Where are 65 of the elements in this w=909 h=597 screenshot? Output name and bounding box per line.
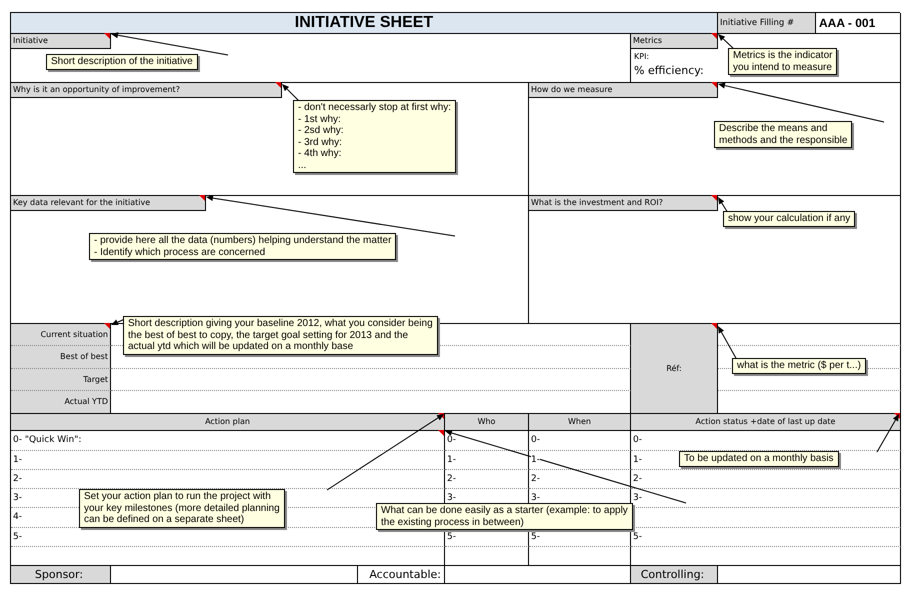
row-label: Current situation <box>11 324 111 346</box>
table-cell: 3- <box>633 493 642 503</box>
column-header: Action status +date of last up date <box>631 414 901 431</box>
corner-marker-icon <box>275 82 281 88</box>
corner-marker-icon <box>438 430 444 436</box>
field-label: Accountable: <box>358 566 445 584</box>
comment-note: - provide here all the data (numbers) helping understand the matter - Identify which process are concerned <box>89 233 396 260</box>
field-label: % efficiency: <box>633 64 704 77</box>
sheet-title: INITIATIVE SHEET <box>11 13 718 34</box>
corner-marker-icon <box>104 33 110 39</box>
table-cell: 4- <box>13 512 22 522</box>
section-label: Initiative <box>11 34 111 49</box>
row-label: Actual YTD <box>11 391 111 414</box>
comment-note: Set your action plan to run the project with your key milestones (more detailed planning can be defined on a separate sheet) <box>79 489 285 528</box>
corner-marker-icon <box>711 323 717 329</box>
field-label: KPI: <box>633 52 650 61</box>
comment-note: - don't necessarly stop at first why: - 1st why: - 2sd why: - 3rd why: - 4th why: ... <box>293 100 456 173</box>
column-header: Who <box>445 414 529 431</box>
row-label: Best of best <box>11 346 111 369</box>
table-cell: 5- <box>447 532 456 542</box>
row-label: Target <box>11 369 111 391</box>
table-cell: 0- <box>633 435 642 445</box>
field-label: Initiative Filling # <box>718 13 816 34</box>
comment-note: Metrics is the indicator you intend to measure <box>728 48 838 75</box>
table-cell: 3- <box>447 493 456 503</box>
table-cell: 3- <box>531 493 540 503</box>
table-cell: 2- <box>13 474 22 484</box>
section-label: What is the investment and ROI? <box>529 196 718 211</box>
table-cell: 1- <box>633 455 642 465</box>
table-cell: 2- <box>531 474 540 484</box>
field-value: AAA - 001 <box>816 13 901 34</box>
row-label: Réf: <box>666 364 682 373</box>
field-label: Controlling: <box>631 566 718 584</box>
table-cell: 3- <box>13 493 22 503</box>
section-label: How do we measure <box>529 83 718 98</box>
table-cell: 0- <box>447 435 456 445</box>
table-cell: 5- <box>13 532 22 542</box>
column-header: When <box>529 414 631 431</box>
comment-note: Short description giving your baseline 2012, what you consider being the best of best to copy, the target goal setting for 2013 and the actual ytd which will be updated on a monthly base <box>123 316 438 354</box>
section-label: Why is it an opportunity of improvement? <box>11 83 282 98</box>
table-cell: 5- <box>633 532 642 542</box>
comment-note: What can be done easily as a starter (example: to apply the existing process in between) <box>376 503 633 530</box>
table-cell: 1- <box>13 455 22 465</box>
leader-line <box>718 34 736 50</box>
corner-marker-icon <box>199 195 205 201</box>
comment-note: what is the metric ($ per t...) <box>732 358 866 374</box>
comment-note: Short description of the initiative <box>46 54 198 70</box>
corner-marker-icon <box>104 323 110 329</box>
comment-note: Describe the means and methods and the responsible <box>714 121 852 148</box>
column-header: Action plan <box>11 414 445 431</box>
table-cell: 1- <box>447 455 456 465</box>
table-cell: 1- <box>531 455 540 465</box>
section-label: Key data relevant for the initiative <box>11 196 206 211</box>
comment-note: To be updated on a monthly basis <box>679 451 839 466</box>
table-cell: 0- <box>531 435 540 445</box>
table-cell: 5- <box>531 532 540 542</box>
corner-marker-icon <box>711 195 717 201</box>
table-cell: 0- "Quick Win": <box>13 435 82 445</box>
comment-note: show your calculation if any <box>723 211 856 226</box>
table-cell: 2- <box>447 474 456 484</box>
corner-marker-icon <box>711 33 717 39</box>
table-cell: 2- <box>633 474 642 484</box>
corner-marker-icon <box>711 82 717 88</box>
section-label: Metrics <box>631 34 718 49</box>
field-label: Sponsor: <box>11 566 111 584</box>
